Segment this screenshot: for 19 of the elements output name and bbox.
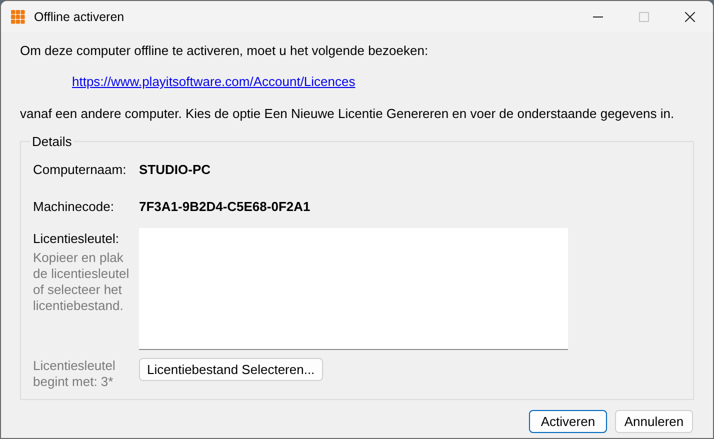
dialog-button[interactable]: Annuleren [615, 410, 693, 433]
field-label: Machinecode: [33, 199, 115, 214]
instruction-text: vanaf een andere computer. Kies de optie Een Nieuwe Licentie Genereren en voer de onderstaande gegevens in. [20, 106, 676, 122]
licences-link[interactable]: https://www.playitsoftware.com/Account/Licences [72, 74, 356, 90]
note-text: Licentiesleutel begint met: 3* [33, 358, 116, 390]
window-title: Offline activeren [34, 10, 126, 24]
field-label: Licentiesleutel: [33, 231, 120, 246]
license-key-field[interactable] [139, 228, 568, 350]
hint-text: Kopieer en plak de licentiesleutel of selecteer het licentiebestand. [33, 250, 130, 314]
field-label: Computernaam: [33, 162, 128, 177]
dialog-button[interactable]: Activeren [529, 410, 607, 433]
close-icon [685, 12, 695, 22]
field-value: 7F3A1-9B2D4-C5E68-0F2A1 [139, 199, 310, 214]
field-value: STUDIO-PC [139, 162, 210, 177]
grid-icon [11, 10, 25, 24]
group-legend: Details [30, 134, 74, 149]
maximize-icon [639, 12, 649, 22]
select-file-button[interactable]: Licentiebestand Selecteren... [139, 358, 323, 381]
intro-text: Om deze computer offline te activeren, moet u het volgende bezoeken: [20, 43, 430, 59]
